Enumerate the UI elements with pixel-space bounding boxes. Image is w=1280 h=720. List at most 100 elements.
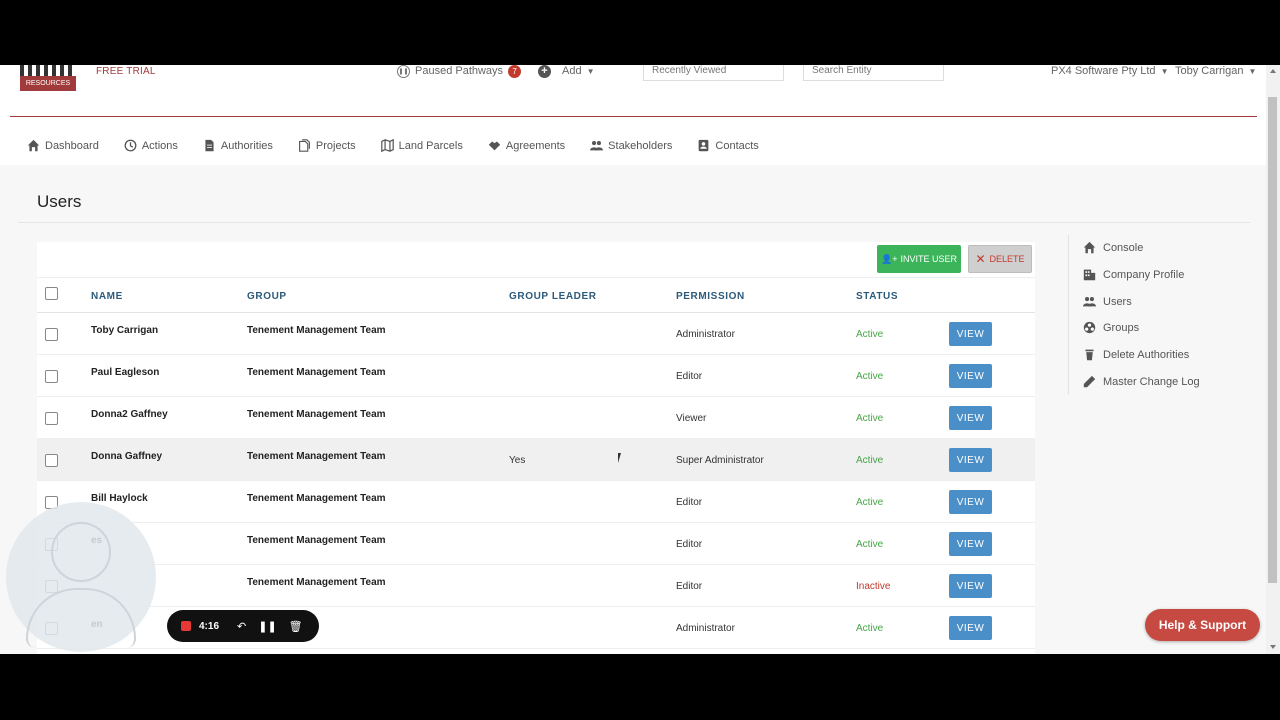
webcam-avatar-overlay (6, 502, 156, 652)
side-item-delete-authorities[interactable]: Delete Authorities (1083, 348, 1189, 361)
nav-authorities[interactable]: Authorities (203, 139, 273, 152)
page-scrollbar[interactable] (1266, 65, 1280, 654)
app-viewport: RESOURCES FREE TRIAL ❚❚ Paused Pathways … (0, 65, 1280, 654)
paused-count-badge: 7 (508, 65, 522, 78)
people-icon (590, 141, 604, 151)
delete-button[interactable]: ✕ DELETE (968, 245, 1032, 273)
nav-dashboard[interactable]: Dashboard (27, 139, 99, 152)
user-name: Bill Haylock (91, 493, 148, 504)
side-item-master-change-log[interactable]: Master Change Log (1083, 375, 1200, 388)
contact-card-icon (699, 139, 709, 152)
close-icon: ✕ (975, 252, 986, 266)
side-item-company-profile[interactable]: Company Profile (1083, 268, 1184, 281)
user-menu[interactable]: Toby Carrigan ▼ (1175, 65, 1256, 77)
nav-label: Projects (315, 139, 356, 152)
row-checkbox[interactable] (45, 412, 58, 425)
user-name: Toby Carrigan (91, 325, 159, 336)
user-status: Active (856, 371, 884, 382)
nav-contacts[interactable]: Contacts (697, 139, 759, 152)
add-menu-button[interactable]: + Add ▼ (538, 65, 595, 78)
user-permission: Editor (676, 539, 703, 550)
user-name: Donna2 Gaffney (91, 409, 168, 420)
side-item-console[interactable]: Console (1083, 241, 1143, 254)
invite-user-label: INVITE USER (900, 254, 957, 264)
people-icon (1083, 297, 1096, 307)
scroll-down-arrow-icon[interactable] (1270, 645, 1276, 649)
table-row[interactable]: Donna2 Gaffney Tenement Management Team Vi… (37, 397, 1035, 439)
select-all-checkbox[interactable] (45, 287, 58, 300)
side-item-label: Groups (1103, 321, 1140, 334)
header-divider (10, 116, 1257, 117)
column-header-group-leader[interactable]: GROUP LEADER (509, 291, 597, 302)
stop-recording-icon[interactable] (181, 621, 191, 631)
nav-label: Authorities (220, 139, 273, 152)
table-row[interactable]: esTenement Management TeamEditorActiveVI… (37, 523, 1035, 565)
user-permission: Super Administrator (676, 455, 764, 466)
nav-projects[interactable]: Projects (298, 139, 356, 152)
user-name-label: Toby Carrigan (1175, 65, 1244, 77)
side-item-groups[interactable]: Groups (1083, 321, 1139, 334)
side-item-label: Console (1103, 241, 1144, 254)
table-row[interactable]: Bill Haylock Tenement Management Team Edit… (37, 481, 1035, 523)
files-icon (298, 139, 310, 152)
column-header-permission[interactable]: PERMISSION (676, 291, 745, 302)
column-header-name[interactable]: NAME (91, 291, 123, 302)
view-user-button[interactable]: VIEW (949, 322, 992, 346)
logo-mark (20, 65, 76, 76)
trash-icon[interactable]: 🗑 (289, 620, 303, 633)
view-user-button[interactable]: VIEW (949, 406, 992, 430)
groups-icon (1083, 321, 1096, 334)
view-user-button[interactable]: VIEW (949, 574, 992, 598)
nav-land-parcels[interactable]: Land Parcels (380, 139, 463, 152)
paused-pathways-button[interactable]: ❚❚ Paused Pathways 7 (397, 65, 522, 78)
user-name: Paul Eagleson (91, 367, 160, 378)
view-user-button[interactable]: VIEW (949, 364, 992, 388)
row-checkbox[interactable] (45, 370, 58, 383)
scroll-up-arrow-icon[interactable] (1270, 69, 1276, 73)
user-status: Active (856, 329, 884, 340)
invite-user-button[interactable]: 👤+ INVITE USER (877, 245, 961, 273)
search-entity-input[interactable]: Search Entity (803, 65, 944, 81)
user-permission: Editor (676, 371, 703, 382)
column-header-status[interactable]: STATUS (856, 291, 898, 302)
user-group: Tenement Management Team (247, 409, 386, 420)
table-row[interactable]: Tenement Management Team Editor Inactive VI… (37, 565, 1035, 607)
undo-icon[interactable]: ↶ (237, 620, 246, 633)
nav-stakeholders[interactable]: Stakeholders (590, 139, 672, 152)
row-checkbox[interactable] (45, 328, 58, 341)
settings-side-menu: Console Company Profile Users Groups Del… (1068, 235, 1258, 395)
nav-actions[interactable]: Actions (124, 139, 178, 152)
user-permission: Administrator (676, 623, 735, 634)
help-support-button[interactable]: Help & Support (1145, 609, 1260, 641)
side-item-users[interactable]: Users (1083, 295, 1132, 308)
company-logo[interactable]: RESOURCES (20, 65, 76, 91)
user-permission: Viewer (676, 413, 707, 424)
delete-label: DELETE (989, 254, 1025, 264)
user-permission: Editor (676, 581, 703, 592)
page-title: Users (37, 192, 82, 211)
user-status: Active (856, 413, 884, 424)
building-icon (1083, 269, 1096, 281)
view-user-button[interactable]: VIEW (949, 532, 992, 556)
recently-viewed-input[interactable]: Recently Viewed (643, 65, 784, 81)
table-row[interactable]: Donna Gaffney Tenement Management Team Yes… (37, 439, 1035, 481)
chevron-down-icon: ▼ (1160, 66, 1169, 76)
table-row[interactable]: Toby Carrigan Tenement Management Team Adm… (37, 313, 1035, 355)
side-item-label: Company Profile (1103, 268, 1185, 281)
nav-label: Contacts (715, 139, 759, 152)
scroll-thumb[interactable] (1268, 97, 1277, 583)
column-header-group[interactable]: GROUP (247, 291, 287, 302)
view-user-button[interactable]: VIEW (949, 616, 992, 640)
plus-icon: + (538, 65, 551, 78)
view-user-button[interactable]: VIEW (949, 490, 992, 514)
nav-agreements[interactable]: Agreements (488, 139, 565, 152)
pencil-icon (1083, 375, 1096, 388)
user-group: Tenement Management Team (247, 451, 386, 462)
table-row[interactable]: Paul Eagleson Tenement Management Team Edi… (37, 355, 1035, 397)
company-selector[interactable]: PX4 Software Pty Ltd ▼ (1051, 65, 1168, 77)
pause-icon[interactable]: ❚❚ (258, 620, 276, 633)
row-checkbox[interactable] (45, 454, 58, 467)
view-user-button[interactable]: VIEW (949, 448, 992, 472)
user-status: Active (856, 623, 884, 634)
logo-text: RESOURCES (20, 76, 76, 91)
